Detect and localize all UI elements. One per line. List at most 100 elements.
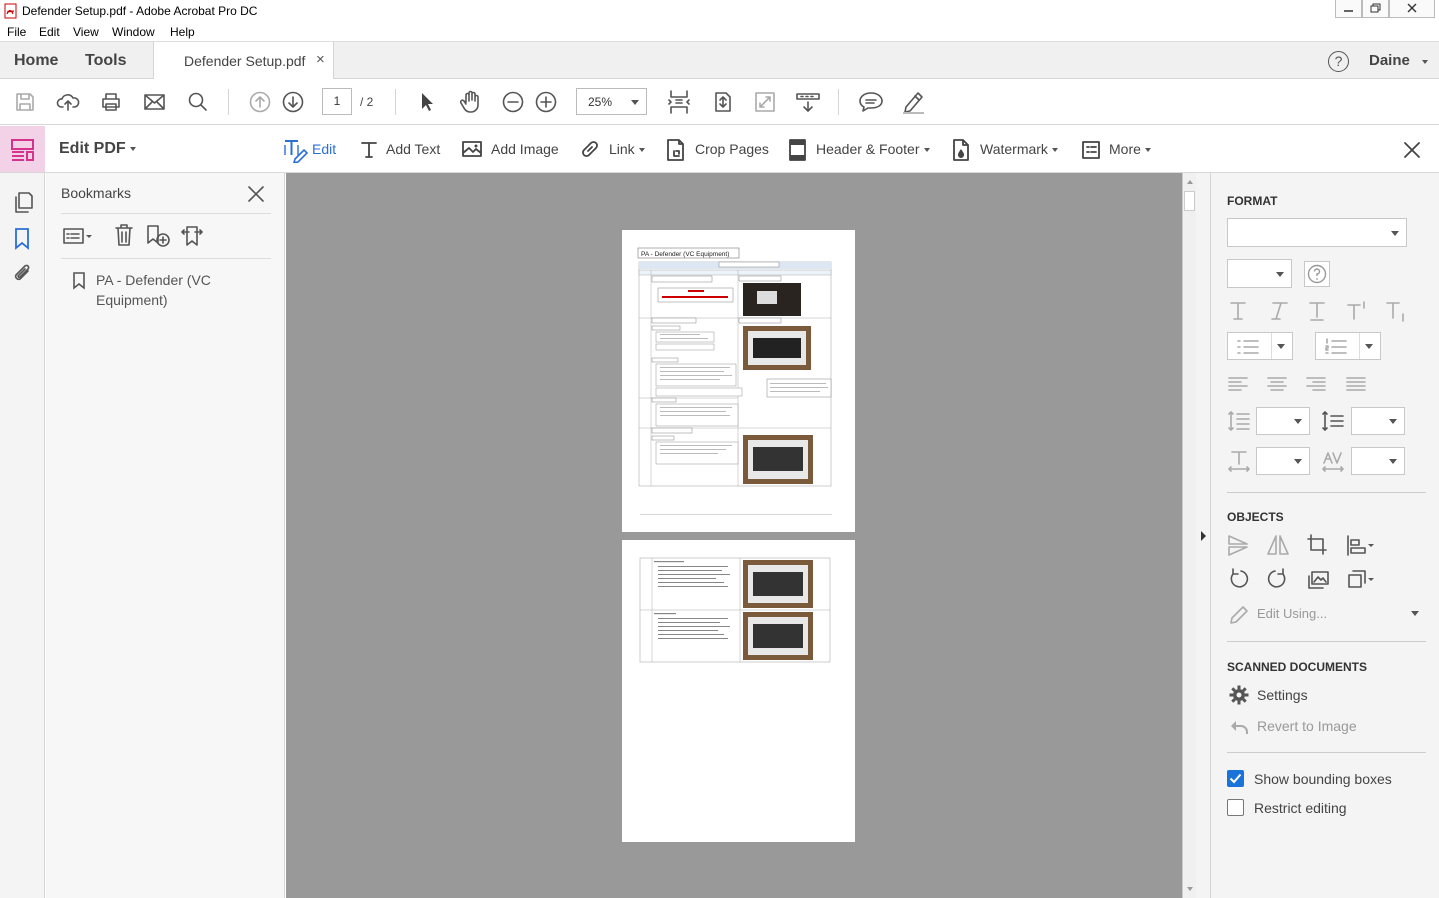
rotate-right-icon[interactable] bbox=[1267, 568, 1286, 588]
page-display-icon[interactable] bbox=[667, 89, 691, 115]
revert-to-image-button[interactable]: Revert to Image bbox=[1257, 718, 1357, 734]
zoom-out-icon[interactable] bbox=[501, 90, 525, 114]
justify-icon[interactable] bbox=[1346, 377, 1366, 391]
character-spacing-select[interactable] bbox=[1351, 447, 1405, 475]
crop-pages-button[interactable]: Crop Pages bbox=[695, 141, 769, 157]
zoom-in-icon[interactable] bbox=[534, 90, 558, 114]
edit-using-pencil-icon[interactable] bbox=[1227, 603, 1251, 627]
paragraph-spacing-select[interactable] bbox=[1351, 407, 1405, 435]
settings-button[interactable]: Settings bbox=[1257, 687, 1308, 703]
arrange-icon[interactable] bbox=[1347, 535, 1374, 556]
flip-vertical-icon[interactable] bbox=[1228, 535, 1248, 556]
watermark-icon[interactable] bbox=[951, 138, 971, 162]
read-mode-icon[interactable] bbox=[795, 90, 821, 114]
collapse-right-panel-icon[interactable] bbox=[1199, 530, 1207, 542]
revert-undo-icon[interactable] bbox=[1228, 717, 1250, 737]
flip-horizontal-icon[interactable] bbox=[1267, 535, 1289, 555]
italic-icon[interactable] bbox=[1271, 302, 1288, 320]
subscript-icon[interactable] bbox=[1386, 302, 1404, 322]
document-viewer[interactable]: PA - Defender (VC Equipment) bbox=[286, 173, 1196, 898]
user-menu[interactable]: Daine bbox=[1369, 52, 1410, 69]
superscript-icon[interactable] bbox=[1347, 301, 1365, 320]
tab-home[interactable]: Home bbox=[14, 52, 58, 70]
menu-view[interactable]: View bbox=[73, 25, 99, 39]
numbered-list-select[interactable] bbox=[1315, 332, 1381, 360]
minimize-button[interactable] bbox=[1335, 0, 1362, 18]
bookmark-icon[interactable] bbox=[13, 227, 31, 251]
bookmark-options-icon[interactable] bbox=[62, 225, 94, 247]
menu-edit[interactable]: Edit bbox=[39, 25, 60, 39]
page-number-input[interactable]: 1 bbox=[322, 88, 352, 115]
hand-tool-icon[interactable] bbox=[458, 89, 484, 115]
tab-document[interactable]: Defender Setup.pdf × bbox=[153, 42, 334, 79]
horizontal-scaling-select[interactable] bbox=[1256, 447, 1310, 475]
link-button[interactable]: Link bbox=[609, 141, 645, 157]
menu-window[interactable]: Window bbox=[112, 25, 155, 39]
bold-icon[interactable] bbox=[1230, 302, 1246, 320]
edit-using-button[interactable]: Edit Using... bbox=[1257, 606, 1327, 621]
edit-pdf-title[interactable]: Edit PDF bbox=[59, 140, 136, 158]
edit-using-chevron-down-icon[interactable] bbox=[1411, 611, 1419, 616]
header-footer-button[interactable]: Header & Footer bbox=[816, 141, 930, 157]
edit-pdf-tool-tile[interactable] bbox=[0, 126, 45, 172]
next-page-icon[interactable] bbox=[281, 90, 305, 114]
font-family-select[interactable] bbox=[1227, 218, 1407, 247]
more-button[interactable]: More bbox=[1109, 141, 1151, 157]
vertical-scrollbar[interactable] bbox=[1182, 173, 1196, 898]
email-icon[interactable] bbox=[143, 91, 167, 113]
font-size-select[interactable] bbox=[1227, 259, 1292, 288]
restrict-editing-checkbox[interactable] bbox=[1227, 799, 1244, 816]
page-thumbnails-icon[interactable] bbox=[12, 190, 34, 214]
select-pointer-icon[interactable] bbox=[415, 90, 439, 114]
zoom-select[interactable]: 25% bbox=[576, 88, 647, 115]
bookmark-from-selection-icon[interactable] bbox=[179, 223, 205, 249]
close-tab-icon[interactable]: × bbox=[316, 51, 325, 68]
header-footer-icon[interactable] bbox=[787, 138, 809, 162]
character-spacing-icon[interactable] bbox=[1321, 449, 1345, 473]
add-text-button[interactable]: Add Text bbox=[386, 141, 440, 157]
cloud-upload-icon[interactable] bbox=[56, 90, 80, 114]
paragraph-spacing-icon[interactable] bbox=[1321, 409, 1345, 433]
comment-icon[interactable] bbox=[858, 90, 884, 114]
align-center-icon[interactable] bbox=[1267, 377, 1287, 391]
user-menu-chevron-icon[interactable] bbox=[1422, 60, 1428, 64]
highlight-pen-icon[interactable] bbox=[900, 89, 926, 115]
horizontal-scaling-icon[interactable] bbox=[1227, 449, 1251, 473]
pdf-page-2[interactable] bbox=[622, 540, 855, 842]
right-panel-splitter[interactable] bbox=[1196, 173, 1210, 898]
print-icon[interactable] bbox=[99, 90, 123, 114]
show-bounding-boxes-checkbox[interactable] bbox=[1227, 770, 1244, 787]
gear-icon[interactable] bbox=[1228, 684, 1250, 706]
close-window-button[interactable] bbox=[1389, 0, 1435, 18]
restore-button[interactable] bbox=[1362, 0, 1389, 18]
fit-page-icon[interactable] bbox=[711, 90, 735, 114]
full-screen-icon[interactable] bbox=[753, 90, 777, 114]
close-panel-icon[interactable] bbox=[246, 184, 266, 204]
menu-help[interactable]: Help bbox=[170, 25, 195, 39]
add-text-icon[interactable] bbox=[359, 139, 379, 159]
close-edit-pdf-icon[interactable] bbox=[1402, 140, 1422, 160]
new-bookmark-icon[interactable] bbox=[145, 223, 171, 249]
pdf-page-1[interactable]: PA - Defender (VC Equipment) bbox=[622, 230, 855, 532]
crop-icon[interactable] bbox=[1307, 534, 1327, 555]
text-color-picker[interactable] bbox=[1304, 261, 1330, 287]
attachment-paperclip-icon[interactable] bbox=[11, 262, 35, 286]
rotate-left-icon[interactable] bbox=[1230, 568, 1249, 588]
watermark-button[interactable]: Watermark bbox=[980, 141, 1058, 157]
add-image-button[interactable]: Add Image bbox=[491, 141, 559, 157]
bullet-list-select[interactable] bbox=[1227, 332, 1293, 360]
scroll-down-icon[interactable] bbox=[1185, 884, 1195, 894]
tab-tools[interactable]: Tools bbox=[85, 52, 126, 70]
edit-button[interactable]: Edit bbox=[312, 141, 336, 157]
group-objects-icon[interactable] bbox=[1348, 570, 1374, 588]
align-left-icon[interactable] bbox=[1228, 377, 1248, 391]
line-spacing-icon[interactable] bbox=[1227, 409, 1251, 433]
add-image-icon[interactable] bbox=[461, 139, 483, 159]
scroll-up-icon[interactable] bbox=[1185, 177, 1195, 187]
scrollbar-thumb[interactable] bbox=[1184, 191, 1195, 211]
underline-icon[interactable] bbox=[1309, 302, 1325, 321]
link-icon[interactable] bbox=[579, 138, 601, 160]
edit-text-icon[interactable] bbox=[282, 137, 308, 163]
save-icon[interactable] bbox=[14, 91, 36, 113]
delete-trash-icon[interactable] bbox=[113, 223, 135, 247]
